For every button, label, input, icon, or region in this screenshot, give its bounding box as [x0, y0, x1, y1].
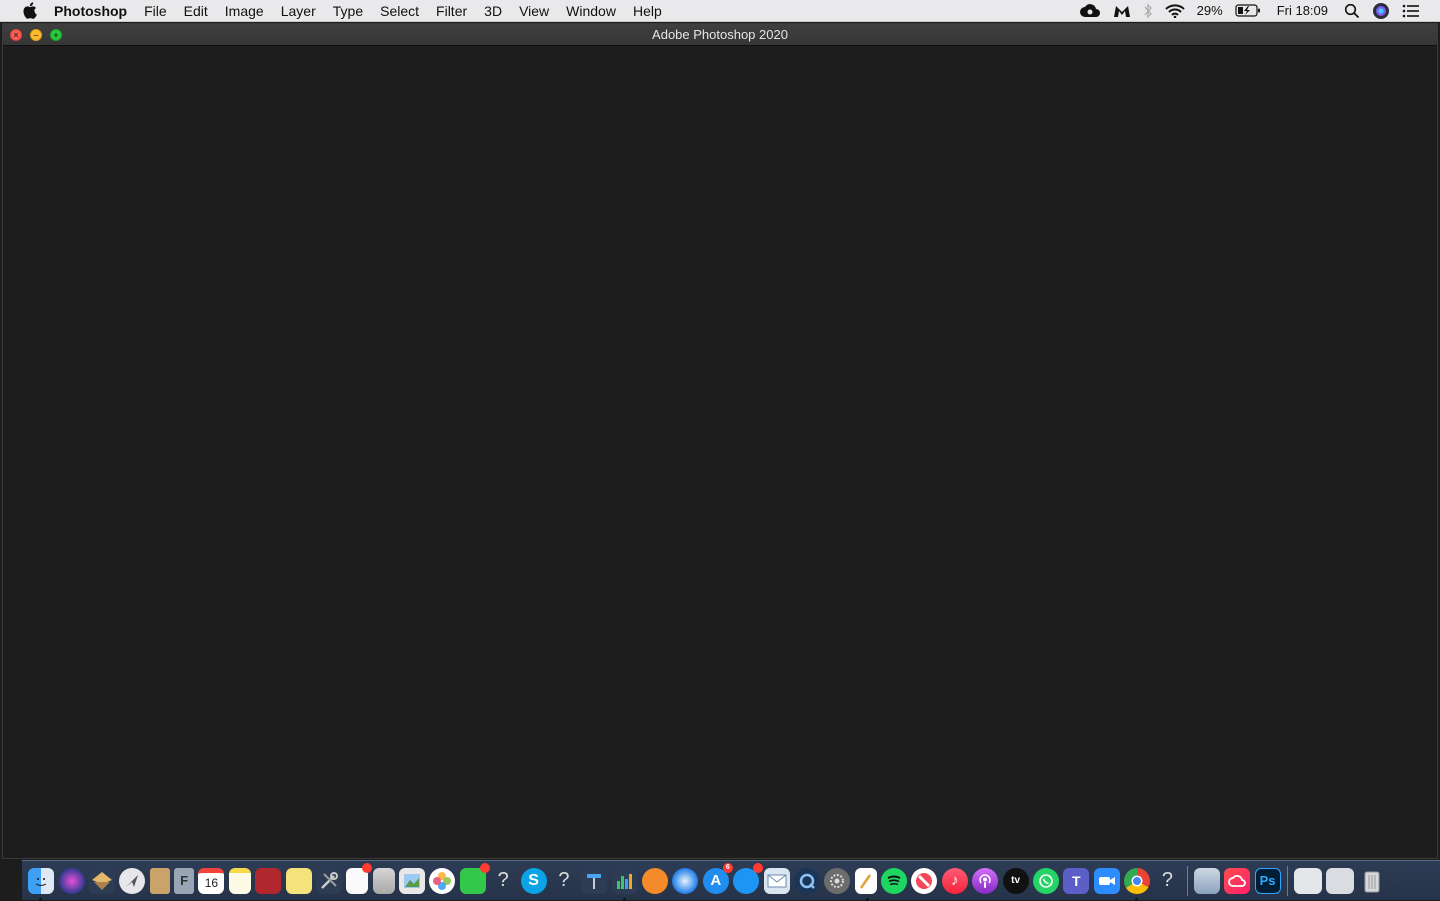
dock-teams-icon[interactable]: T [1063, 867, 1090, 894]
dock-stickies-icon[interactable] [285, 867, 312, 894]
dock-whatsapp-icon[interactable] [1032, 867, 1059, 894]
menu-image[interactable]: Image [216, 0, 272, 22]
dock-messenger-icon[interactable] [733, 862, 764, 894]
notification-center-icon[interactable] [1402, 0, 1420, 22]
dock-launchpad-icon[interactable] [119, 867, 146, 894]
running-indicator [39, 897, 43, 901]
menu-window[interactable]: Window [558, 0, 625, 22]
window-title: Adobe Photoshop 2020 [652, 26, 788, 42]
minimize-icon: – [33, 29, 39, 40]
malwarebytes-icon[interactable] [1113, 0, 1131, 22]
traffic-lights: × – + [10, 28, 62, 41]
battery-percent: 29% [1196, 3, 1223, 18]
menubar-clock[interactable]: Fri 18:09 [1277, 0, 1328, 22]
dock-trash-icon[interactable] [1359, 868, 1385, 894]
fullscreen-button[interactable]: + [50, 28, 62, 41]
menu-filter[interactable]: Filter [428, 0, 476, 22]
dock-apple-tv-icon[interactable]: tv [1002, 867, 1029, 894]
bluetooth-icon[interactable] [1143, 0, 1153, 22]
plus-icon: + [53, 29, 59, 40]
photoshop-window: × – + Adobe Photoshop 2020 [2, 23, 1438, 859]
status-area: 29% Fri 18:09 [1073, 0, 1440, 22]
dock-photoshop-icon[interactable]: Ps [1254, 867, 1281, 894]
dock: F 16 ? S ? A6 ♪ tv T ? Ps [22, 860, 1440, 901]
menu-help[interactable]: Help [624, 0, 670, 22]
dock-numbers-icon[interactable] [611, 867, 638, 901]
running-indicator [622, 897, 626, 901]
dock-calendar-icon[interactable]: 16 [198, 867, 225, 894]
dock-podcasts-icon[interactable] [972, 867, 999, 894]
menu-3d[interactable]: 3D [476, 0, 511, 22]
dock-spotify-icon[interactable] [881, 867, 908, 894]
dock-unknown-app-icon[interactable]: ? [1154, 868, 1180, 894]
dock-separator [1186, 865, 1188, 896]
dock-creative-cloud-icon[interactable] [1224, 867, 1251, 894]
apple-menu-icon[interactable] [18, 2, 40, 19]
dock-quicktime-icon[interactable] [793, 867, 820, 894]
dock-preview-icon[interactable] [399, 867, 426, 894]
dock-app-store-icon[interactable]: A6 [702, 862, 733, 894]
workspace-canvas-area[interactable] [3, 46, 1437, 858]
menu-edit[interactable]: Edit [175, 0, 216, 22]
dock-unknown-app-icon[interactable]: ? [551, 868, 577, 894]
dock-notes-icon[interactable] [228, 867, 251, 894]
running-indicator [1135, 897, 1139, 901]
notification-badge [753, 862, 764, 873]
dock-unknown-app-icon[interactable]: ? [490, 868, 516, 894]
dock-news-icon[interactable] [911, 867, 938, 894]
menu-file[interactable]: File [136, 0, 176, 22]
dock-photos-icon[interactable] [429, 867, 456, 894]
close-icon: × [13, 29, 19, 40]
menu-type[interactable]: Type [324, 0, 371, 22]
dock-books-icon[interactable] [642, 867, 669, 894]
dock-keynote-icon[interactable] [581, 867, 608, 894]
dock-font-book-icon[interactable]: F [174, 867, 195, 894]
running-indicator [865, 897, 869, 901]
dock-archive-icon[interactable] [372, 867, 395, 894]
dock-screenshot-folder-icon[interactable] [1193, 867, 1220, 894]
dock-finder-icon[interactable] [28, 867, 55, 901]
minimize-button[interactable]: – [30, 28, 42, 41]
notification-badge: 6 [722, 862, 733, 873]
dock-textedit-icon[interactable] [854, 867, 877, 901]
dock-system-preferences-icon[interactable] [824, 867, 851, 894]
window-titlebar[interactable]: × – + Adobe Photoshop 2020 [3, 24, 1437, 46]
dock-mail-icon[interactable] [763, 867, 790, 894]
dock-chrome-icon[interactable] [1124, 867, 1151, 901]
spotlight-search-icon[interactable] [1344, 0, 1360, 22]
creative-cloud-status-icon[interactable] [1079, 0, 1101, 22]
dock-messages-icon[interactable] [459, 862, 490, 894]
siri-icon[interactable] [1372, 0, 1390, 22]
menu-bar: Photoshop File Edit Image Layer Type Sel… [0, 0, 1440, 22]
dock-utilities-icon[interactable] [315, 867, 342, 894]
dock-minimized-window-icon[interactable] [1293, 867, 1322, 894]
close-button[interactable]: × [10, 28, 22, 41]
dock-photo-booth-icon[interactable] [255, 867, 282, 894]
wifi-icon[interactable] [1164, 0, 1185, 22]
menu-app-photoshop[interactable]: Photoshop [52, 0, 136, 22]
battery-charging-icon[interactable] [1235, 0, 1261, 22]
dock-minimized-window-icon[interactable] [1326, 867, 1355, 894]
dock-reminders-icon[interactable] [346, 862, 373, 894]
menu-select[interactable]: Select [372, 0, 428, 22]
menu-layer[interactable]: Layer [272, 0, 324, 22]
dock-zoom-icon[interactable] [1093, 867, 1120, 894]
dock-safari-icon[interactable] [672, 867, 699, 894]
dock-music-icon[interactable]: ♪ [941, 867, 968, 894]
dock-notefile-icon[interactable] [149, 867, 170, 894]
dock-forklift-icon[interactable] [88, 867, 115, 894]
menu-view[interactable]: View [511, 0, 558, 22]
notification-badge [362, 862, 373, 873]
dock-separator [1286, 865, 1288, 896]
notification-badge [479, 862, 490, 873]
dock-siri-icon[interactable] [58, 867, 85, 894]
dock-skype-icon[interactable]: S [520, 867, 547, 894]
